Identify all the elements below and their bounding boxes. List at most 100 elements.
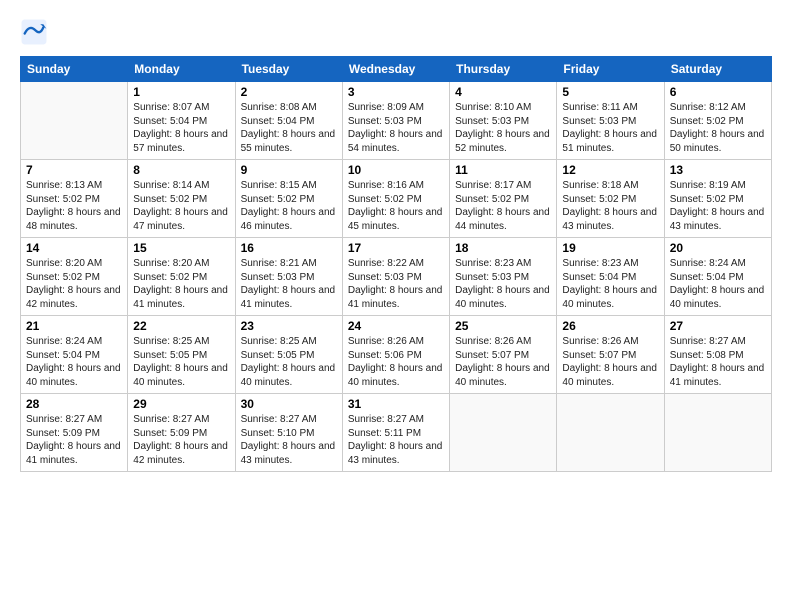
day-number: 19	[562, 241, 658, 255]
calendar-cell: 9 Sunrise: 8:15 AMSunset: 5:02 PMDaylight…	[235, 160, 342, 238]
day-info: Sunrise: 8:19 AMSunset: 5:02 PMDaylight:…	[670, 179, 766, 233]
day-number: 31	[348, 397, 444, 411]
calendar-cell: 23 Sunrise: 8:25 AMSunset: 5:05 PMDayligh…	[235, 316, 342, 394]
day-number: 30	[241, 397, 337, 411]
day-header-wednesday: Wednesday	[342, 57, 449, 82]
calendar-cell: 14 Sunrise: 8:20 AMSunset: 5:02 PMDayligh…	[21, 238, 128, 316]
calendar-cell	[21, 82, 128, 160]
calendar-cell: 31 Sunrise: 8:27 AMSunset: 5:11 PMDayligh…	[342, 394, 449, 472]
calendar-cell: 19 Sunrise: 8:23 AMSunset: 5:04 PMDayligh…	[557, 238, 664, 316]
day-info: Sunrise: 8:10 AMSunset: 5:03 PMDaylight:…	[455, 101, 551, 155]
day-info: Sunrise: 8:15 AMSunset: 5:02 PMDaylight:…	[241, 179, 337, 233]
calendar-cell: 30 Sunrise: 8:27 AMSunset: 5:10 PMDayligh…	[235, 394, 342, 472]
day-header-tuesday: Tuesday	[235, 57, 342, 82]
day-number: 11	[455, 163, 551, 177]
day-info: Sunrise: 8:27 AMSunset: 5:11 PMDaylight:…	[348, 413, 444, 467]
day-info: Sunrise: 8:24 AMSunset: 5:04 PMDaylight:…	[26, 335, 122, 389]
day-number: 1	[133, 85, 229, 99]
calendar-cell	[450, 394, 557, 472]
day-number: 27	[670, 319, 766, 333]
day-header-friday: Friday	[557, 57, 664, 82]
day-number: 2	[241, 85, 337, 99]
calendar-week-1: 1Sunrise: 8:07 AMSunset: 5:04 PMDaylight…	[21, 82, 772, 160]
calendar-cell: 6 Sunrise: 8:12 AMSunset: 5:02 PMDaylight…	[664, 82, 771, 160]
calendar-cell: 3 Sunrise: 8:09 AMSunset: 5:03 PMDaylight…	[342, 82, 449, 160]
calendar-cell: 29 Sunrise: 8:27 AMSunset: 5:09 PMDayligh…	[128, 394, 235, 472]
day-info: Sunrise: 8:18 AMSunset: 5:02 PMDaylight:…	[562, 179, 658, 233]
day-info: Sunrise: 8:27 AMSunset: 5:09 PMDaylight:…	[133, 413, 229, 467]
day-info: Sunrise: 8:23 AMSunset: 5:04 PMDaylight:…	[562, 257, 658, 311]
day-info: Sunrise: 8:14 AMSunset: 5:02 PMDaylight:…	[133, 179, 229, 233]
calendar-cell: 12Sunrise: 8:18 AMSunset: 5:02 PMDayligh…	[557, 160, 664, 238]
day-info: Sunrise: 8:27 AMSunset: 5:10 PMDaylight:…	[241, 413, 337, 467]
calendar-cell: 22 Sunrise: 8:25 AMSunset: 5:05 PMDayligh…	[128, 316, 235, 394]
day-info: Sunrise: 8:21 AMSunset: 5:03 PMDaylight:…	[241, 257, 337, 311]
day-info: Sunrise: 8:25 AMSunset: 5:05 PMDaylight:…	[241, 335, 337, 389]
day-info: Sunrise: 8:17 AMSunset: 5:02 PMDaylight:…	[455, 179, 551, 233]
day-info: Sunrise: 8:11 AMSunset: 5:03 PMDaylight:…	[562, 101, 658, 155]
day-header-sunday: Sunday	[21, 57, 128, 82]
day-number: 14	[26, 241, 122, 255]
calendar-cell: 10Sunrise: 8:16 AMSunset: 5:02 PMDayligh…	[342, 160, 449, 238]
day-number: 15	[133, 241, 229, 255]
day-info: Sunrise: 8:13 AMSunset: 5:02 PMDaylight:…	[26, 179, 122, 233]
day-info: Sunrise: 8:26 AMSunset: 5:07 PMDaylight:…	[455, 335, 551, 389]
day-info: Sunrise: 8:23 AMSunset: 5:03 PMDaylight:…	[455, 257, 551, 311]
day-number: 22	[133, 319, 229, 333]
calendar-cell: 1Sunrise: 8:07 AMSunset: 5:04 PMDaylight…	[128, 82, 235, 160]
calendar-cell: 20 Sunrise: 8:24 AMSunset: 5:04 PMDayligh…	[664, 238, 771, 316]
day-number: 18	[455, 241, 551, 255]
day-number: 28	[26, 397, 122, 411]
day-number: 25	[455, 319, 551, 333]
calendar-cell: 15 Sunrise: 8:20 AMSunset: 5:02 PMDayligh…	[128, 238, 235, 316]
header	[20, 18, 772, 46]
calendar-week-4: 21 Sunrise: 8:24 AMSunset: 5:04 PMDayligh…	[21, 316, 772, 394]
day-number: 3	[348, 85, 444, 99]
day-number: 23	[241, 319, 337, 333]
day-number: 7	[26, 163, 122, 177]
day-info: Sunrise: 8:20 AMSunset: 5:02 PMDaylight:…	[133, 257, 229, 311]
page: SundayMondayTuesdayWednesdayThursdayFrid…	[0, 0, 792, 612]
calendar-cell: 17Sunrise: 8:22 AMSunset: 5:03 PMDayligh…	[342, 238, 449, 316]
calendar-week-5: 28 Sunrise: 8:27 AMSunset: 5:09 PMDayligh…	[21, 394, 772, 472]
calendar-cell: 16 Sunrise: 8:21 AMSunset: 5:03 PMDayligh…	[235, 238, 342, 316]
day-number: 13	[670, 163, 766, 177]
day-info: Sunrise: 8:26 AMSunset: 5:07 PMDaylight:…	[562, 335, 658, 389]
calendar-cell: 7 Sunrise: 8:13 AMSunset: 5:02 PMDaylight…	[21, 160, 128, 238]
logo	[20, 18, 52, 46]
day-info: Sunrise: 8:20 AMSunset: 5:02 PMDaylight:…	[26, 257, 122, 311]
day-info: Sunrise: 8:25 AMSunset: 5:05 PMDaylight:…	[133, 335, 229, 389]
calendar-cell: 26 Sunrise: 8:26 AMSunset: 5:07 PMDayligh…	[557, 316, 664, 394]
calendar-cell: 25 Sunrise: 8:26 AMSunset: 5:07 PMDayligh…	[450, 316, 557, 394]
day-info: Sunrise: 8:22 AMSunset: 5:03 PMDaylight:…	[348, 257, 444, 311]
calendar-cell: 18 Sunrise: 8:23 AMSunset: 5:03 PMDayligh…	[450, 238, 557, 316]
day-info: Sunrise: 8:16 AMSunset: 5:02 PMDaylight:…	[348, 179, 444, 233]
day-header-thursday: Thursday	[450, 57, 557, 82]
calendar-header-row: SundayMondayTuesdayWednesdayThursdayFrid…	[21, 57, 772, 82]
day-info: Sunrise: 8:08 AMSunset: 5:04 PMDaylight:…	[241, 101, 337, 155]
day-info: Sunrise: 8:26 AMSunset: 5:06 PMDaylight:…	[348, 335, 444, 389]
day-number: 8	[133, 163, 229, 177]
calendar-cell: 24 Sunrise: 8:26 AMSunset: 5:06 PMDayligh…	[342, 316, 449, 394]
day-number: 26	[562, 319, 658, 333]
day-number: 9	[241, 163, 337, 177]
day-number: 21	[26, 319, 122, 333]
day-info: Sunrise: 8:12 AMSunset: 5:02 PMDaylight:…	[670, 101, 766, 155]
day-number: 16	[241, 241, 337, 255]
calendar-cell: 8 Sunrise: 8:14 AMSunset: 5:02 PMDaylight…	[128, 160, 235, 238]
day-number: 20	[670, 241, 766, 255]
calendar-week-2: 7 Sunrise: 8:13 AMSunset: 5:02 PMDaylight…	[21, 160, 772, 238]
day-number: 29	[133, 397, 229, 411]
day-info: Sunrise: 8:24 AMSunset: 5:04 PMDaylight:…	[670, 257, 766, 311]
calendar-cell	[664, 394, 771, 472]
calendar-cell	[557, 394, 664, 472]
day-number: 5	[562, 85, 658, 99]
day-header-saturday: Saturday	[664, 57, 771, 82]
day-number: 24	[348, 319, 444, 333]
day-info: Sunrise: 8:09 AMSunset: 5:03 PMDaylight:…	[348, 101, 444, 155]
day-number: 6	[670, 85, 766, 99]
logo-icon	[20, 18, 48, 46]
calendar: SundayMondayTuesdayWednesdayThursdayFrid…	[20, 56, 772, 472]
calendar-cell: 4Sunrise: 8:10 AMSunset: 5:03 PMDaylight…	[450, 82, 557, 160]
day-info: Sunrise: 8:27 AMSunset: 5:09 PMDaylight:…	[26, 413, 122, 467]
